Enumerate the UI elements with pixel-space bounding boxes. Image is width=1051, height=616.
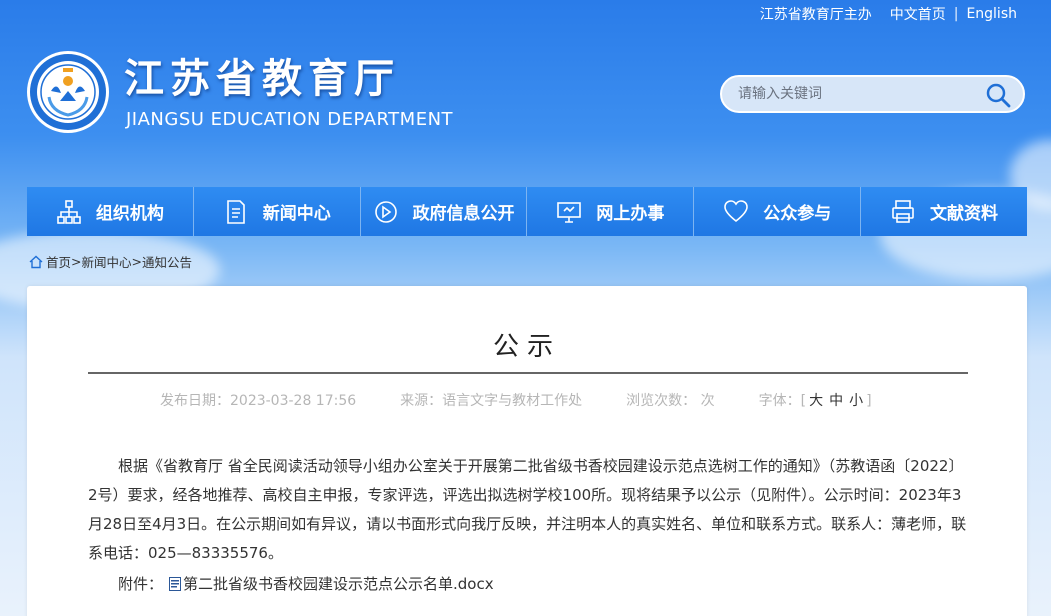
document-icon: [226, 199, 245, 224]
view-count: 浏览次数： 次: [626, 393, 715, 409]
top-links: 江苏省教育厅主办 中文首页 | English: [760, 4, 1017, 24]
english-link[interactable]: English: [966, 6, 1017, 22]
breadcrumb: 首页 > 新闻中心 > 通知公告: [29, 252, 192, 271]
nav-item-documents[interactable]: 文献资料: [861, 187, 1027, 236]
article-card: 公示 发布日期：2023-03-28 17:56 来源：语言文字与教材工作处 浏…: [27, 286, 1027, 616]
nav-item-online-services[interactable]: 网上办事: [527, 187, 695, 236]
font-large-button[interactable]: 大: [809, 393, 823, 409]
article-source: 来源：语言文字与教材工作处: [400, 393, 583, 409]
search-input[interactable]: [738, 85, 978, 103]
nav-item-news[interactable]: 新闻中心: [193, 187, 361, 236]
nav-label: 组织机构: [95, 204, 164, 224]
monitor-icon: [557, 201, 582, 223]
divider: |: [953, 6, 959, 22]
nav-label: 公众参与: [763, 204, 832, 224]
nav-label: 新闻中心: [262, 204, 331, 224]
nav-item-public-participation[interactable]: 公众参与: [694, 187, 862, 236]
font-size-control: 字体：[大中小]: [759, 390, 872, 410]
home-icon: [29, 255, 43, 268]
chinese-home-link[interactable]: 中文首页: [890, 4, 946, 24]
nav-item-gov-info[interactable]: 政府信息公开: [360, 187, 528, 236]
font-medium-button[interactable]: 中: [829, 393, 843, 409]
site-subtitle: JIANGSU EDUCATION DEPARTMENT: [126, 109, 454, 130]
printer-icon: [892, 199, 914, 223]
breadcrumb-separator: >: [131, 254, 142, 269]
breadcrumb-separator: >: [71, 254, 82, 269]
publish-date: 发布日期：2023-03-28 17:56: [160, 393, 357, 409]
org-chart-icon: [57, 199, 81, 224]
search-icon[interactable]: [985, 82, 1011, 108]
nav-label: 网上办事: [596, 204, 665, 224]
emblem-icon: [30, 54, 106, 130]
title-divider: [88, 372, 968, 374]
site-title: 江苏省教育厅: [124, 56, 400, 102]
sponsor-link[interactable]: 江苏省教育厅主办: [760, 4, 872, 24]
info-icon: [374, 200, 397, 223]
attachment-row: 附件： 第二批省级书香校园建设示范点公示名单.docx: [118, 574, 494, 594]
article-meta: 发布日期：2023-03-28 17:56 来源：语言文字与教材工作处 浏览次数…: [160, 390, 872, 410]
main-nav: 组织机构 新闻中心 政府信息公开 网上办事 公众参与 文献资料: [27, 187, 1027, 236]
article-title: 公示: [492, 332, 561, 362]
breadcrumb-home[interactable]: 首页: [46, 252, 71, 271]
site-logo[interactable]: [27, 51, 109, 133]
attachment-label: 附件：: [118, 575, 164, 593]
nav-label: 政府信息公开: [412, 204, 515, 224]
bracket: [: [800, 393, 807, 409]
font-small-button[interactable]: 小: [849, 393, 863, 409]
nav-label: 文献资料: [930, 204, 999, 224]
breadcrumb-current[interactable]: 通知公告: [142, 252, 192, 271]
word-doc-icon: [169, 577, 182, 591]
breadcrumb-news[interactable]: 新闻中心: [82, 252, 132, 271]
search-box: [720, 75, 1025, 113]
font-size-label: 字体：: [758, 393, 801, 409]
nav-item-organization[interactable]: 组织机构: [27, 187, 194, 236]
article-body: 根据《省教育厅 省全民阅读活动领导小组办公室关于开展第二批省级书香校园建设示范点…: [88, 457, 967, 562]
heart-icon: [724, 199, 749, 222]
bracket: ]: [866, 393, 872, 409]
attachment-link[interactable]: 第二批省级书香校园建设示范点公示名单.docx: [183, 574, 494, 594]
